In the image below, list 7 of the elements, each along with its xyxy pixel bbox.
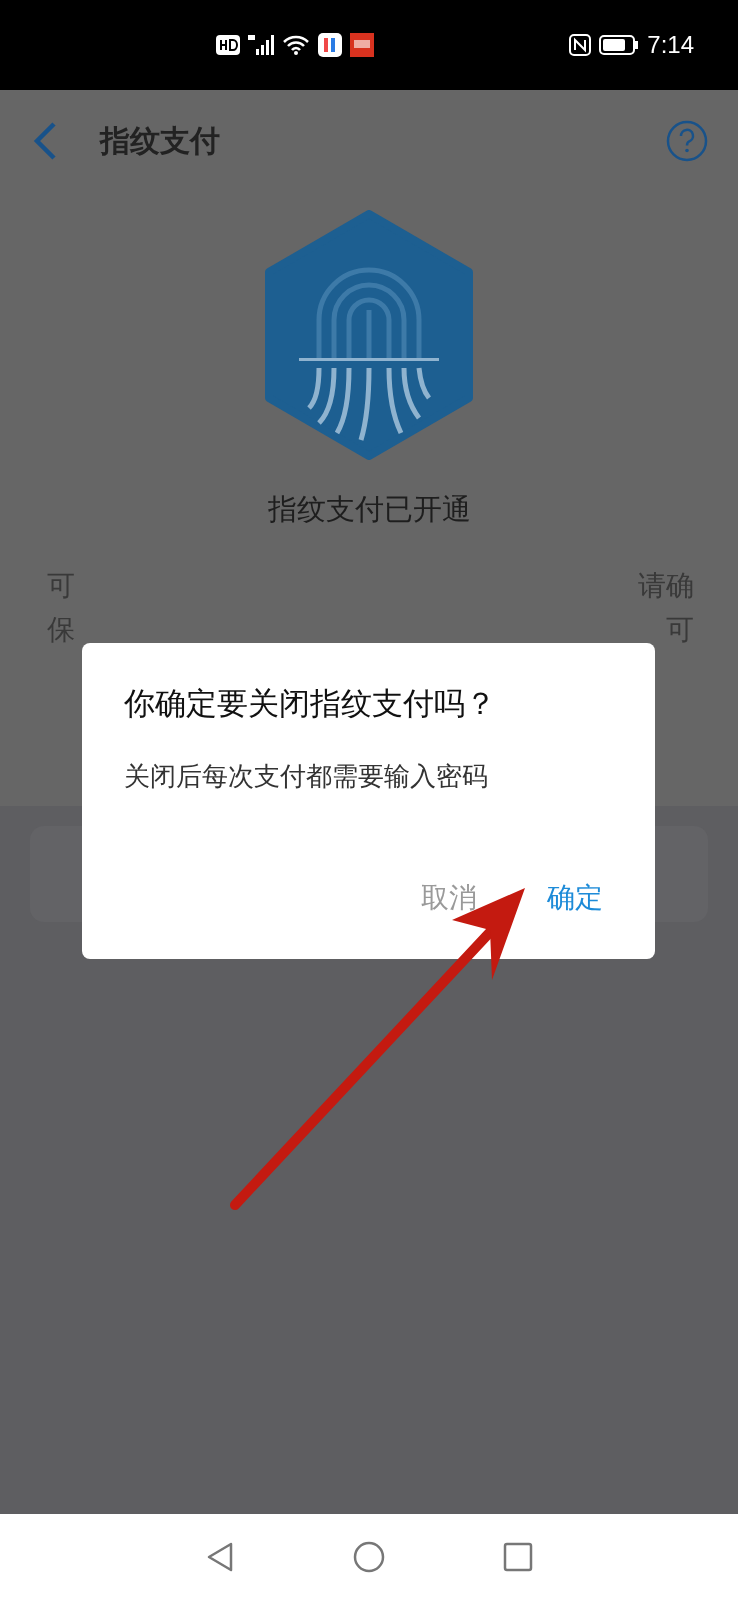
dialog-title: 你确定要关闭指纹支付吗？ <box>124 684 497 723</box>
status-time: 7:14 <box>647 31 694 59</box>
dialog-message: 关闭后每次支付都需要输入密码 <box>124 760 489 793</box>
page-title: 指纹支付 <box>100 121 221 160</box>
status-text: 指纹支付已开通 <box>267 491 471 528</box>
cancel-button[interactable]: 取消 <box>407 873 491 923</box>
confirm-button[interactable]: 确定 <box>533 873 617 923</box>
